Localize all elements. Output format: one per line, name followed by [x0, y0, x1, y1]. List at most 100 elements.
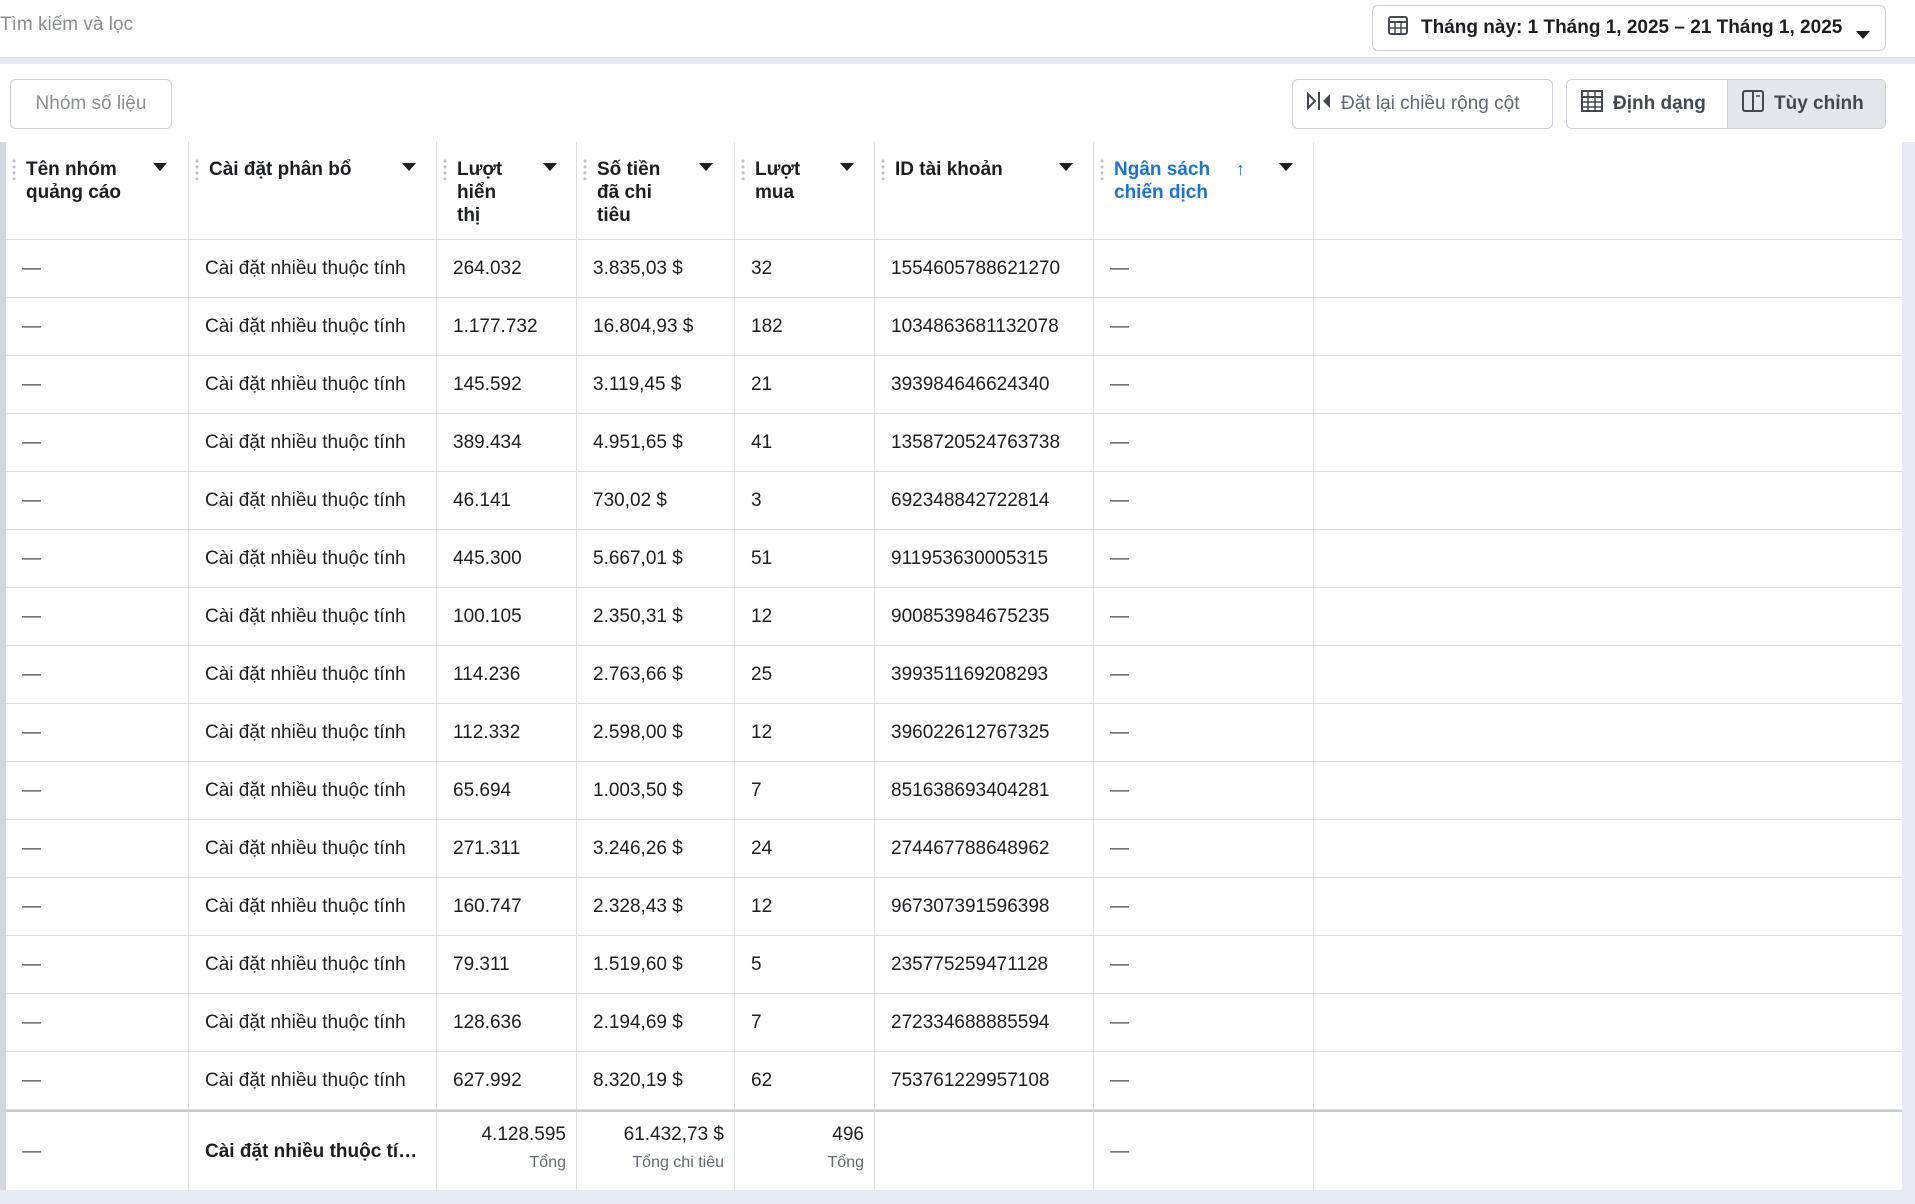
table-row[interactable]: — Cài đặt nhiều thuộc tính 79.311 1.519,60 … — [6, 936, 1902, 994]
column-width-icon — [1307, 91, 1341, 117]
spent-value: 8.320,19 $ — [593, 1069, 683, 1091]
table-row[interactable]: — Cài đặt nhiều thuộc tính 128.636 2.194,69… — [6, 994, 1902, 1052]
table-row[interactable]: — Cài đặt nhiều thuộc tính 145.592 3.119,45… — [6, 356, 1902, 414]
table-row[interactable]: — Cài đặt nhiều thuộc tính 271.311 3.246,26… — [6, 820, 1902, 878]
adset-value: — — [22, 373, 41, 395]
budget-value: — — [1110, 1069, 1129, 1091]
budget-value: — — [1110, 547, 1129, 569]
cell-account-id: 900853984675235 — [875, 588, 1094, 645]
table-row[interactable]: — Cài đặt nhiều thuộc tính 100.105 2.350,31… — [6, 588, 1902, 646]
totals-purchases-value: 496 — [832, 1124, 864, 1145]
drag-handle-icon[interactable] — [12, 158, 16, 180]
table-row[interactable]: — Cài đặt nhiều thuộc tính 1.177.732 16.804… — [6, 298, 1902, 356]
search-input[interactable]: Tìm kiếm và lọc — [0, 14, 133, 36]
cell-attribution: Cài đặt nhiều thuộc tính — [189, 356, 437, 413]
attribution-value: Cài đặt nhiều thuộc tính — [205, 953, 406, 975]
attribution-value: Cài đặt nhiều thuộc tính — [205, 605, 406, 627]
column-header-adset[interactable]: Tên nhóm quảng cáo — [6, 142, 189, 240]
cell-purchases: 12 — [735, 588, 875, 645]
impressions-value: 114.236 — [453, 663, 521, 685]
drag-handle-icon[interactable] — [881, 158, 885, 180]
cell-spent: 2.194,69 $ — [577, 994, 735, 1051]
adset-value: — — [22, 663, 41, 685]
date-range-label: Tháng này: 1 Tháng 1, 2025 – 21 Tháng 1,… — [1421, 17, 1843, 38]
column-header-purchases[interactable]: Lượt mua — [735, 142, 875, 240]
drag-handle-icon[interactable] — [741, 158, 745, 180]
table-footer-totals: — Cài đặt nhiều thuộc tí… 4.128.595 Tổng… — [6, 1110, 1902, 1192]
spent-value: 16.804,93 $ — [593, 315, 694, 337]
format-button[interactable]: Định dạng — [1567, 80, 1728, 128]
cell-purchases: 7 — [735, 762, 875, 819]
chevron-down-icon[interactable] — [401, 162, 417, 172]
group-metrics-button[interactable]: Nhóm số liệu — [10, 79, 172, 129]
table-row[interactable]: — Cài đặt nhiều thuộc tính 114.236 2.763,66… — [6, 646, 1902, 704]
cell-attribution: Cài đặt nhiều thuộc tính — [189, 414, 437, 471]
cell-impressions: 1.177.732 — [437, 298, 577, 355]
cell-attribution: Cài đặt nhiều thuộc tính — [189, 762, 437, 819]
format-label: Định dạng — [1613, 93, 1706, 114]
account-id-value: 851638693404281 — [891, 779, 1050, 801]
cell-spent: 5.667,01 $ — [577, 530, 735, 587]
cell-attribution: Cài đặt nhiều thuộc tính — [189, 820, 437, 877]
cell-spent: 3.835,03 $ — [577, 240, 735, 297]
budget-value: — — [1110, 1011, 1129, 1033]
adset-value: — — [22, 895, 41, 917]
purchases-value: 12 — [751, 605, 773, 627]
sort-ascending-icon[interactable]: ↑ — [1236, 158, 1245, 181]
table-row[interactable]: — Cài đặt nhiều thuộc tính 65.694 1.003,50 … — [6, 762, 1902, 820]
impressions-value: 128.636 — [453, 1011, 522, 1033]
table-row[interactable]: — Cài đặt nhiều thuộc tính 264.032 3.835,03… — [6, 240, 1902, 298]
chevron-down-icon[interactable] — [698, 162, 714, 172]
drag-handle-icon[interactable] — [443, 158, 447, 180]
cell-budget: — — [1094, 646, 1314, 703]
account-id-value: 393984646624340 — [891, 373, 1050, 395]
drag-handle-icon[interactable] — [583, 158, 587, 180]
date-range-button[interactable]: Tháng này: 1 Tháng 1, 2025 – 21 Tháng 1,… — [1372, 5, 1886, 51]
column-header-budget[interactable]: Ngân sách chiến dịch ↑ — [1094, 142, 1314, 240]
impressions-value: 264.032 — [453, 257, 522, 279]
cell-adset: — — [6, 1052, 189, 1109]
purchases-value: 5 — [751, 953, 762, 975]
attribution-value: Cài đặt nhiều thuộc tính — [205, 1011, 406, 1033]
account-id-value: 1358720524763738 — [891, 431, 1061, 453]
chevron-down-icon[interactable] — [542, 162, 558, 172]
cell-account-id: 235775259471128 — [875, 936, 1094, 993]
totals-adset: — — [6, 1112, 189, 1192]
customize-button[interactable]: Tùy chỉnh — [1727, 80, 1885, 128]
chevron-down-icon[interactable] — [839, 162, 855, 172]
cell-budget: — — [1094, 1052, 1314, 1109]
drag-handle-icon[interactable] — [195, 158, 199, 180]
column-header-spent[interactable]: Số tiền đã chi tiêu — [577, 142, 735, 240]
account-id-value: 399351169208293 — [891, 663, 1049, 685]
table-row[interactable]: — Cài đặt nhiều thuộc tính 627.992 8.320,19… — [6, 1052, 1902, 1110]
cell-purchases: 5 — [735, 936, 875, 993]
cell-spent: 3.246,26 $ — [577, 820, 735, 877]
cell-purchases: 182 — [735, 298, 875, 355]
reset-column-width-button[interactable]: Đặt lại chiều rộng cột — [1292, 79, 1553, 129]
cell-account-id: 399351169208293 — [875, 646, 1094, 703]
column-header-attribution[interactable]: Cài đặt phân bổ — [189, 142, 437, 240]
spent-value: 1.003,50 $ — [593, 779, 683, 801]
purchases-value: 24 — [751, 837, 773, 859]
cell-impressions: 114.236 — [437, 646, 577, 703]
cell-budget: — — [1094, 356, 1314, 413]
table-row[interactable]: — Cài đặt nhiều thuộc tính 389.434 4.951,65… — [6, 414, 1902, 472]
table-row[interactable]: — Cài đặt nhiều thuộc tính 160.747 2.328,43… — [6, 878, 1902, 936]
column-header-impressions[interactable]: Lượt hiển thị — [437, 142, 577, 240]
column-header-account-id[interactable]: ID tài khoản — [875, 142, 1094, 240]
table-row[interactable]: — Cài đặt nhiều thuộc tính 46.141 730,02 $ 3… — [6, 472, 1902, 530]
chevron-down-icon[interactable] — [152, 162, 168, 172]
drag-handle-icon[interactable] — [1100, 158, 1104, 180]
attribution-value: Cài đặt nhiều thuộc tính — [205, 837, 406, 859]
chevron-down-icon[interactable] — [1278, 162, 1294, 172]
impressions-value: 1.177.732 — [453, 315, 538, 337]
attribution-value: Cài đặt nhiều thuộc tính — [205, 895, 406, 917]
budget-value: — — [1110, 663, 1129, 685]
adset-value: — — [22, 315, 41, 337]
table-row[interactable]: — Cài đặt nhiều thuộc tính 112.332 2.598,00… — [6, 704, 1902, 762]
budget-value: — — [1110, 257, 1129, 279]
table-row[interactable]: — Cài đặt nhiều thuộc tính 445.300 5.667,01… — [6, 530, 1902, 588]
totals-budget-value: — — [1110, 1141, 1129, 1162]
chevron-down-icon[interactable] — [1058, 162, 1074, 172]
cell-budget: — — [1094, 762, 1314, 819]
